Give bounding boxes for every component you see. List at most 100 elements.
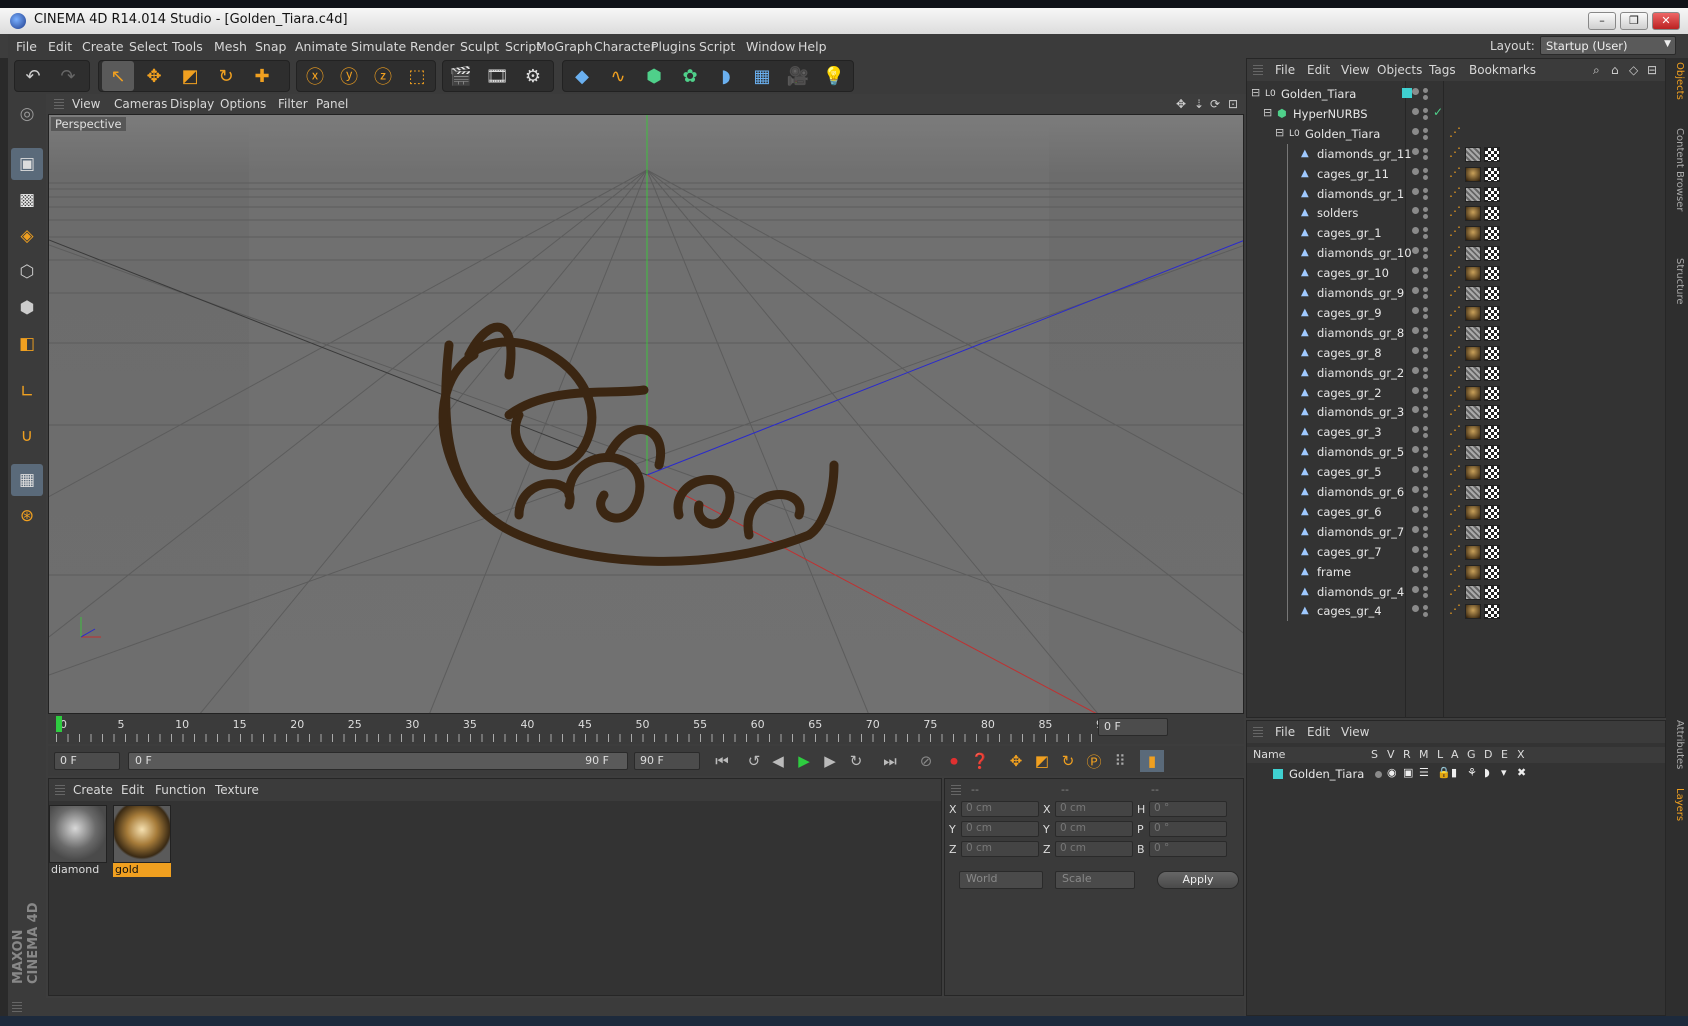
material-menu-edit[interactable]: Edit: [121, 783, 144, 797]
object-row[interactable]: ▲ diamonds_gr_3 ⋰: [1247, 402, 1665, 423]
render-visibility-dot[interactable]: [1423, 95, 1428, 100]
render-visibility-dot[interactable]: [1423, 393, 1428, 399]
texture-tag-icon[interactable]: [1484, 166, 1500, 182]
object-row[interactable]: ▲ diamonds_gr_8 ⋰: [1247, 322, 1665, 343]
y-axis-icon[interactable]: ⓨ: [333, 61, 365, 91]
tab-objects[interactable]: Objects: [1669, 62, 1685, 100]
phong-tag-icon[interactable]: ⋰: [1449, 145, 1461, 159]
render-visibility-dot[interactable]: [1423, 267, 1428, 273]
editor-visibility-dot[interactable]: [1412, 486, 1419, 493]
material-tag-icon[interactable]: [1465, 266, 1481, 282]
new-window-icon[interactable]: ⊟: [1647, 63, 1657, 77]
texture-tag-icon[interactable]: [1484, 544, 1500, 560]
render-visibility-dot[interactable]: [1423, 386, 1428, 392]
editor-visibility-dot[interactable]: [1412, 366, 1419, 374]
undo-icon[interactable]: ↶: [17, 61, 49, 91]
object-row[interactable]: ▲ cages_gr_8 ⋰: [1247, 342, 1665, 363]
object-row[interactable]: ▲ cages_gr_5 ⋰: [1247, 462, 1665, 483]
texture-tag-icon[interactable]: [1484, 286, 1500, 301]
object-row[interactable]: ▲ frame ⋰: [1247, 561, 1665, 582]
phong-tag-icon[interactable]: ⋰: [1449, 304, 1461, 318]
objects-menu-file[interactable]: File: [1275, 63, 1295, 77]
phong-tag-icon[interactable]: ⋰: [1449, 165, 1461, 179]
editor-visibility-dot[interactable]: [1412, 267, 1419, 275]
home-icon[interactable]: ⌂: [1611, 63, 1619, 77]
cube-icon[interactable]: ◆: [566, 61, 598, 91]
phong-tag-icon[interactable]: ⋰: [1449, 523, 1461, 537]
render-visibility-dot[interactable]: [1423, 214, 1428, 220]
key-position-icon[interactable]: ✥: [1004, 750, 1028, 772]
render-visibility-dot[interactable]: [1423, 326, 1428, 332]
texture-tag-icon[interactable]: [1484, 206, 1500, 222]
render-visibility-dot[interactable]: [1423, 605, 1428, 611]
live-selection-icon[interactable]: ↖: [102, 61, 134, 91]
render-visibility-dot[interactable]: [1423, 154, 1428, 160]
object-row[interactable]: ▲ diamonds_gr_1 ⋰: [1247, 183, 1665, 204]
layout-dropdown[interactable]: Startup (User) ▼: [1540, 36, 1676, 55]
material-tag-icon[interactable]: [1465, 465, 1481, 481]
end-frame-field[interactable]: 90 F: [634, 752, 700, 770]
material-tag-icon[interactable]: [1465, 305, 1481, 321]
orbit-icon[interactable]: ⟳: [1210, 97, 1220, 111]
phong-tag-icon[interactable]: ⋰: [1449, 344, 1461, 358]
editor-visibility-dot[interactable]: [1412, 406, 1419, 414]
render-settings-icon[interactable]: ⚙: [517, 61, 549, 91]
editor-visibility-dot[interactable]: [1412, 605, 1419, 613]
phong-tag-icon[interactable]: ⋰: [1449, 284, 1461, 298]
object-row[interactable]: ▲ cages_gr_6 ⋰: [1247, 501, 1665, 522]
key-parameter-icon[interactable]: Ⓟ: [1082, 750, 1106, 772]
next-key-icon[interactable]: ↻: [844, 750, 868, 772]
object-row[interactable]: ⊟ ⬢ HyperNURBS ✓: [1247, 104, 1665, 124]
texture-tag-icon[interactable]: [1484, 305, 1500, 321]
render-visibility-dot[interactable]: [1423, 433, 1428, 439]
sculpt-mode-icon[interactable]: ◎: [11, 98, 43, 130]
object-row[interactable]: ▲ diamonds_gr_5 ⋰: [1247, 442, 1665, 463]
material-tag-icon[interactable]: [1465, 186, 1481, 202]
texture-tag-icon[interactable]: [1484, 266, 1500, 282]
editor-visibility-dot[interactable]: [1412, 466, 1419, 474]
viewport-menu-display[interactable]: Display: [170, 97, 214, 111]
material-tag-icon[interactable]: [1465, 425, 1481, 441]
editor-visibility-dot[interactable]: [1412, 88, 1419, 95]
render-visibility-dot[interactable]: [1423, 346, 1428, 352]
menu-render[interactable]: Render: [410, 39, 455, 54]
playhead[interactable]: [56, 716, 62, 732]
viewport-menu-filter[interactable]: Filter: [278, 97, 308, 111]
texture-tag-icon[interactable]: [1484, 425, 1500, 441]
key-rotation-icon[interactable]: ↻: [1056, 750, 1080, 772]
menu-create[interactable]: Create: [82, 39, 124, 54]
render-visibility-dot[interactable]: [1423, 505, 1428, 511]
material-tag-icon[interactable]: [1465, 365, 1481, 381]
menu-mograph[interactable]: MoGraph: [536, 39, 593, 54]
coordinate-system-icon[interactable]: ⬚: [401, 61, 433, 91]
objects-menu-view[interactable]: View: [1341, 63, 1369, 77]
phong-tag-icon[interactable]: ⋰: [1449, 204, 1461, 218]
position-z-field[interactable]: 0 cm: [961, 841, 1039, 857]
object-row[interactable]: ▲ solders ⋰: [1247, 203, 1665, 224]
snap-icon[interactable]: ⊛: [11, 500, 43, 532]
timeline-window-icon[interactable]: ▮: [1140, 750, 1164, 772]
expression-icon[interactable]: ▾: [1501, 766, 1507, 779]
editor-visibility-dot[interactable]: [1412, 107, 1419, 115]
enabled-check-icon[interactable]: ✓: [1433, 105, 1443, 119]
object-row[interactable]: ▲ diamonds_gr_2 ⋰: [1247, 362, 1665, 383]
layers-menu-file[interactable]: File: [1275, 725, 1295, 739]
texture-tag-icon[interactable]: [1484, 584, 1500, 600]
render-visibility-dot[interactable]: [1423, 426, 1428, 432]
pan-icon[interactable]: ✥: [1176, 97, 1186, 111]
texture-tag-icon[interactable]: [1484, 564, 1500, 580]
render-visibility-dot[interactable]: [1423, 134, 1428, 140]
material-tag-icon[interactable]: [1465, 286, 1481, 301]
texture-tag-icon[interactable]: [1484, 465, 1500, 481]
render-visibility-dot[interactable]: [1423, 466, 1428, 472]
viewport-menu-view[interactable]: View: [72, 97, 100, 111]
object-row[interactable]: ▲ cages_gr_4 ⋰: [1247, 601, 1665, 622]
material-menu-create[interactable]: Create: [73, 783, 113, 797]
material-tag-icon[interactable]: [1465, 544, 1481, 560]
lock-icon[interactable]: 🔒: [1437, 766, 1451, 779]
move-icon[interactable]: ✥: [138, 61, 170, 91]
material-tag-icon[interactable]: [1465, 166, 1481, 182]
material-tag-icon[interactable]: [1465, 604, 1481, 620]
material-tag-icon[interactable]: [1465, 385, 1481, 401]
render-picture-viewer-icon[interactable]: 🎞: [481, 61, 513, 91]
